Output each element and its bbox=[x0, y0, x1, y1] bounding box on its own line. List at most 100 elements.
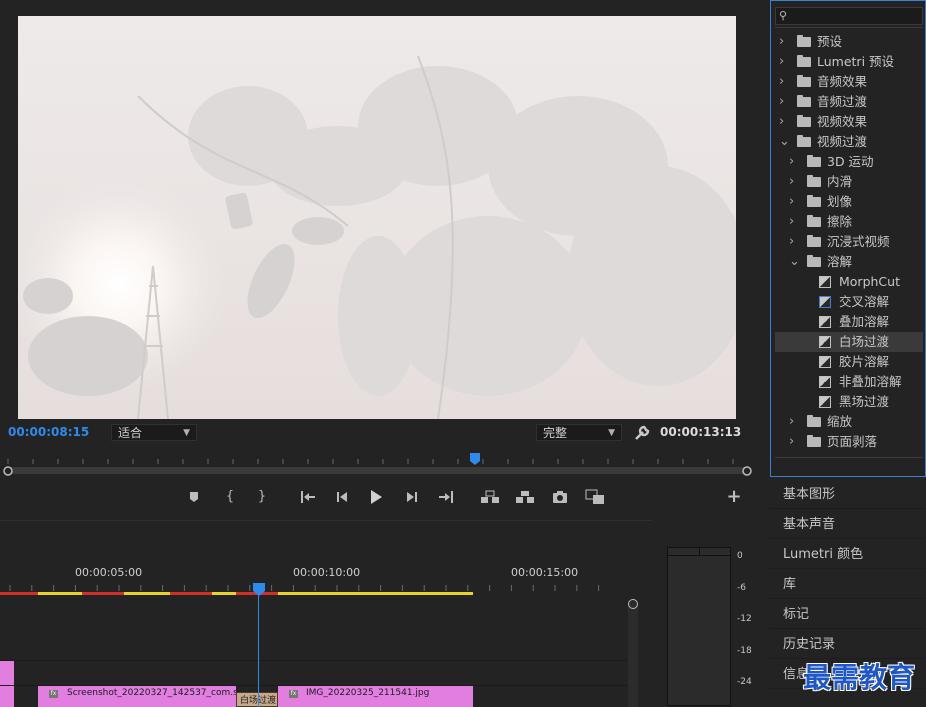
clip[interactable] bbox=[0, 686, 14, 707]
folder-icon bbox=[807, 235, 821, 247]
audio-meters: 0 -6 -12 -18 -24 bbox=[655, 520, 767, 706]
effect-folder[interactable]: › 擦除 bbox=[775, 212, 923, 232]
folder-icon bbox=[797, 135, 811, 147]
monitor-time-ruler[interactable] bbox=[0, 452, 760, 476]
chevron-right-icon[interactable]: › bbox=[779, 52, 784, 72]
side-panel-tab[interactable]: 库 bbox=[770, 570, 926, 599]
effect-folder[interactable]: › 页面剥落 bbox=[775, 432, 923, 452]
timeline-panel: 00:00:05:00 00:00:10:00 00:00:15:00 fx S… bbox=[0, 520, 652, 707]
add-button[interactable]: + bbox=[725, 488, 743, 506]
effect-folder[interactable]: › 缩放 bbox=[775, 412, 923, 432]
effects-panel: ⚲ › 预设 › Lumetri 预设 › 音频效果 › 音频过渡 › 视频效果 ⌄ 视频过渡 › 3D … bbox=[770, 0, 926, 477]
effect-label: 内滑 bbox=[827, 174, 853, 189]
current-timecode[interactable]: 00:00:08:15 bbox=[8, 425, 89, 439]
chevron-right-icon[interactable]: › bbox=[779, 32, 784, 52]
effect-item[interactable]: 胶片溶解 bbox=[775, 352, 923, 372]
fit-zoom-select[interactable]: 适合 ▼ bbox=[111, 424, 197, 441]
duration-timecode: 00:00:13:13 bbox=[660, 425, 742, 439]
effect-folder[interactable]: › 视频效果 bbox=[775, 112, 923, 132]
chevron-down-icon[interactable]: ⌄ bbox=[789, 252, 800, 272]
meter-box bbox=[667, 547, 731, 706]
ruler-label: 00:00:10:00 bbox=[293, 566, 361, 579]
effect-label: 音频效果 bbox=[817, 74, 868, 89]
divider bbox=[775, 27, 923, 28]
meter-scale-label: 0 bbox=[737, 551, 743, 561]
effect-folder[interactable]: › 3D 运动 bbox=[775, 152, 923, 172]
effect-label: 页面剥落 bbox=[827, 434, 878, 449]
chevron-down-icon: ▼ bbox=[608, 428, 615, 438]
effect-folder[interactable]: › 沉浸式视频 bbox=[775, 232, 923, 252]
folder-icon bbox=[797, 95, 811, 107]
transition-effect-icon bbox=[819, 296, 831, 308]
chevron-right-icon[interactable]: › bbox=[779, 72, 784, 92]
transition-effect-icon bbox=[819, 276, 831, 288]
effect-folder[interactable]: › 预设 bbox=[775, 32, 923, 52]
effect-item[interactable]: 非叠加溶解 bbox=[775, 372, 923, 392]
add-marker-button[interactable] bbox=[185, 488, 203, 506]
effect-folder[interactable]: › 音频过渡 bbox=[775, 92, 923, 112]
chevron-right-icon[interactable]: › bbox=[789, 192, 794, 212]
go-to-in-button[interactable] bbox=[299, 488, 317, 506]
effect-item[interactable]: 黑场过渡 bbox=[775, 392, 923, 412]
effect-folder[interactable]: › 内滑 bbox=[775, 172, 923, 192]
folder-icon bbox=[807, 435, 821, 447]
chevron-right-icon[interactable]: › bbox=[789, 432, 794, 452]
chevron-right-icon[interactable]: › bbox=[779, 112, 784, 132]
mark-out-button[interactable]: } bbox=[253, 488, 271, 506]
effect-label: 预设 bbox=[817, 34, 843, 49]
effect-label: 黑场过渡 bbox=[839, 394, 890, 409]
render-bar-red bbox=[170, 592, 212, 595]
transition-white-dip[interactable]: 白场过渡 bbox=[236, 692, 278, 707]
effect-label: 胶片溶解 bbox=[839, 354, 890, 369]
scrollbar-handle[interactable] bbox=[628, 599, 638, 609]
effect-item[interactable]: MorphCut bbox=[775, 272, 923, 292]
fx-badge-icon: fx bbox=[49, 690, 58, 698]
effect-label: Lumetri 预设 bbox=[817, 54, 895, 69]
step-forward-button[interactable] bbox=[403, 488, 421, 506]
side-panel-tab[interactable]: 基本图形 bbox=[770, 480, 926, 509]
extract-button[interactable] bbox=[515, 488, 534, 506]
effect-item[interactable]: 白场过渡 bbox=[775, 332, 923, 352]
chevron-right-icon[interactable]: › bbox=[789, 152, 794, 172]
clip-img[interactable]: fx IMG_20220325_211541.jpg bbox=[278, 686, 473, 707]
effect-label: 缩放 bbox=[827, 414, 853, 429]
effect-folder[interactable]: ⌄ 溶解 bbox=[775, 252, 923, 272]
playhead-handle[interactable] bbox=[253, 581, 265, 596]
compare-view-button[interactable] bbox=[585, 488, 604, 506]
effect-folder[interactable]: ⌄ 视频过渡 bbox=[775, 132, 923, 152]
effect-label: MorphCut bbox=[839, 274, 900, 289]
side-panel-tab[interactable]: 历史记录 bbox=[770, 630, 926, 659]
effect-label: 划像 bbox=[827, 194, 853, 209]
export-frame-button[interactable] bbox=[551, 488, 569, 506]
lift-button[interactable] bbox=[480, 488, 499, 506]
step-back-button[interactable] bbox=[333, 488, 351, 506]
effect-item[interactable]: 交叉溶解 bbox=[775, 292, 923, 312]
clip-screenshot[interactable]: fx Screenshot_20220327_142537_com.ss.a bbox=[38, 686, 236, 707]
effect-label: 叠加溶解 bbox=[839, 314, 890, 329]
effect-folder[interactable]: › 划像 bbox=[775, 192, 923, 212]
effect-folder[interactable]: › 音频效果 bbox=[775, 72, 923, 92]
side-panel-tab[interactable]: 基本声音 bbox=[770, 510, 926, 539]
mark-in-button[interactable]: { bbox=[221, 488, 239, 506]
effects-search-input[interactable]: ⚲ bbox=[775, 7, 923, 25]
go-to-out-button[interactable] bbox=[437, 488, 455, 506]
timeline-scrollbar[interactable] bbox=[628, 601, 638, 707]
clip[interactable] bbox=[0, 661, 14, 685]
chevron-down-icon[interactable]: ⌄ bbox=[779, 132, 790, 152]
play-button[interactable] bbox=[367, 488, 385, 506]
chevron-right-icon[interactable]: › bbox=[789, 412, 794, 432]
chevron-right-icon[interactable]: › bbox=[789, 172, 794, 192]
folder-icon bbox=[797, 115, 811, 127]
wrench-icon[interactable] bbox=[633, 424, 651, 442]
transition-effect-icon bbox=[819, 356, 831, 368]
chevron-right-icon[interactable]: › bbox=[789, 212, 794, 232]
side-panel-tab[interactable]: 标记 bbox=[770, 600, 926, 629]
effect-label: 白场过渡 bbox=[839, 334, 890, 349]
effect-item[interactable]: 叠加溶解 bbox=[775, 312, 923, 332]
chevron-right-icon[interactable]: › bbox=[779, 92, 784, 112]
side-panel-tab[interactable]: Lumetri 颜色 bbox=[770, 540, 926, 569]
playback-resolution-select[interactable]: 完整 ▼ bbox=[536, 424, 622, 441]
chevron-right-icon[interactable]: › bbox=[789, 232, 794, 252]
clip-label: Screenshot_20220327_142537_com.ss.a bbox=[67, 688, 236, 698]
effect-folder[interactable]: › Lumetri 预设 bbox=[775, 52, 923, 72]
